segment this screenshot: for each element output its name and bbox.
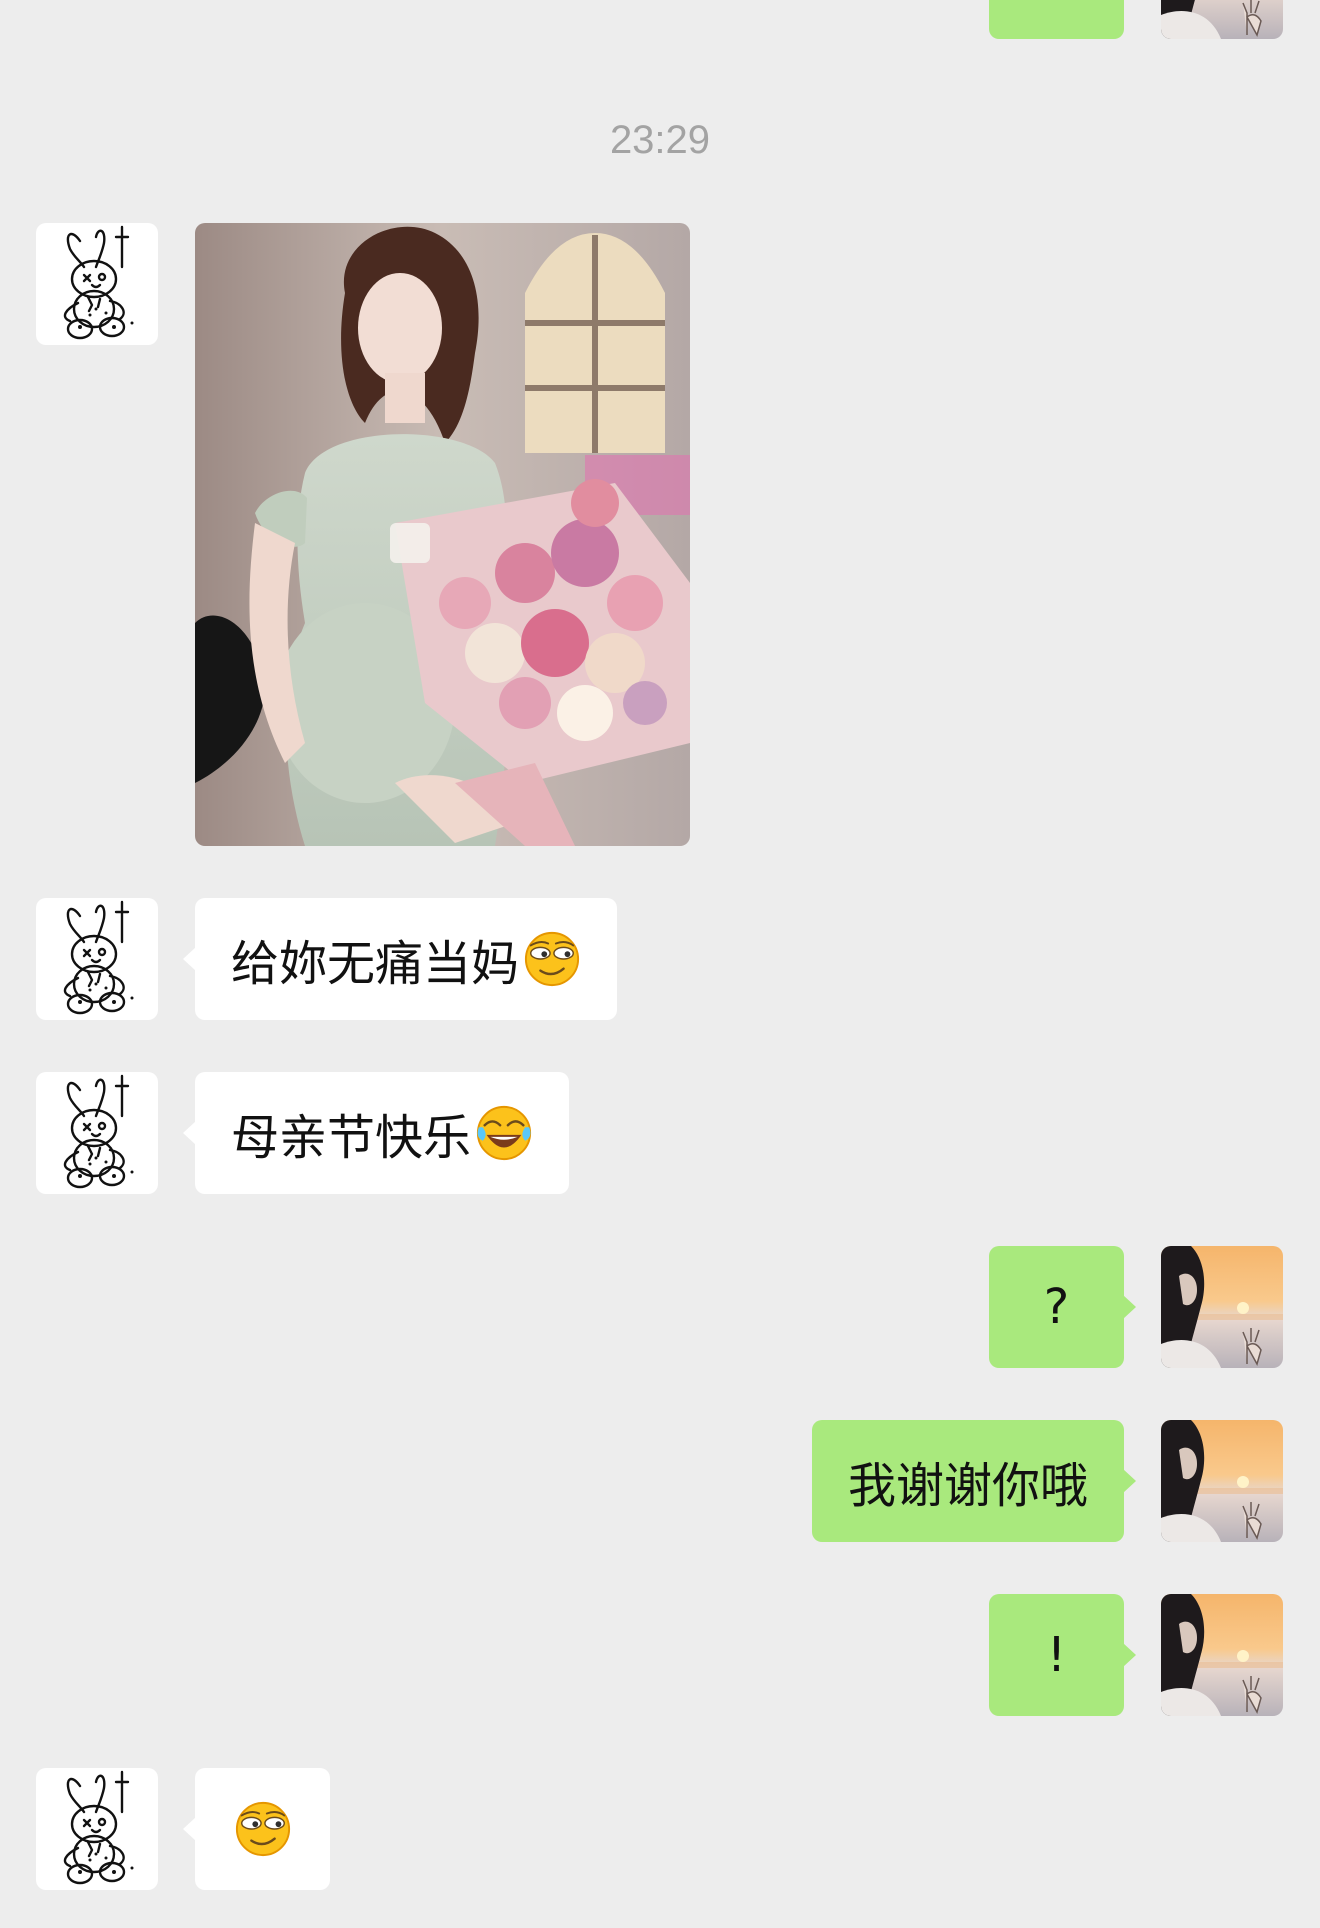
image-message[interactable] [195, 223, 690, 846]
outgoing-bubble-partial[interactable] [989, 0, 1124, 39]
incoming-bubble[interactable]: 给妳无痛当妈 [182, 898, 618, 1020]
my-avatar[interactable] [1161, 1594, 1283, 1716]
message-text: 给妳无痛当妈 [231, 936, 520, 992]
outgoing-bubble[interactable]: ! [989, 1594, 1136, 1716]
message-text: ! [1046, 1627, 1067, 1683]
sketch-bunny-avatar-icon [36, 1768, 158, 1890]
sunset-girl-avatar-icon [1161, 1594, 1283, 1716]
smirk-emoji-icon [523, 930, 581, 988]
my-avatar[interactable] [1161, 0, 1283, 39]
sketch-bunny-avatar-icon [36, 898, 158, 1020]
message-timestamp: 23:29 [609, 118, 711, 162]
contact-avatar[interactable] [36, 898, 158, 1020]
photo-image [195, 223, 690, 846]
sketch-bunny-avatar-icon [36, 1072, 158, 1194]
outgoing-bubble[interactable]: 我谢谢你哦 [811, 1420, 1137, 1542]
sunset-girl-avatar-icon [1161, 1246, 1283, 1368]
sunset-girl-avatar-icon [1161, 1420, 1283, 1542]
sketch-bunny-avatar-icon [36, 223, 158, 345]
incoming-bubble[interactable] [183, 1768, 330, 1890]
sunset-girl-avatar-icon [1161, 0, 1283, 39]
message-text: 母亲节快乐 [231, 1110, 472, 1166]
message-text: 我谢谢你哦 [847, 1458, 1088, 1514]
smirk-emoji-icon [234, 1800, 292, 1858]
message-text: ? [1043, 1279, 1070, 1335]
outgoing-bubble[interactable]: ? [989, 1246, 1136, 1368]
my-avatar[interactable] [1161, 1420, 1283, 1542]
contact-avatar[interactable] [36, 223, 158, 345]
laughing-tears-emoji-icon [475, 1104, 533, 1162]
incoming-bubble[interactable]: 母亲节快乐 [182, 1072, 570, 1194]
my-avatar[interactable] [1161, 1246, 1283, 1368]
contact-avatar[interactable] [36, 1072, 158, 1194]
contact-avatar[interactable] [36, 1768, 158, 1890]
